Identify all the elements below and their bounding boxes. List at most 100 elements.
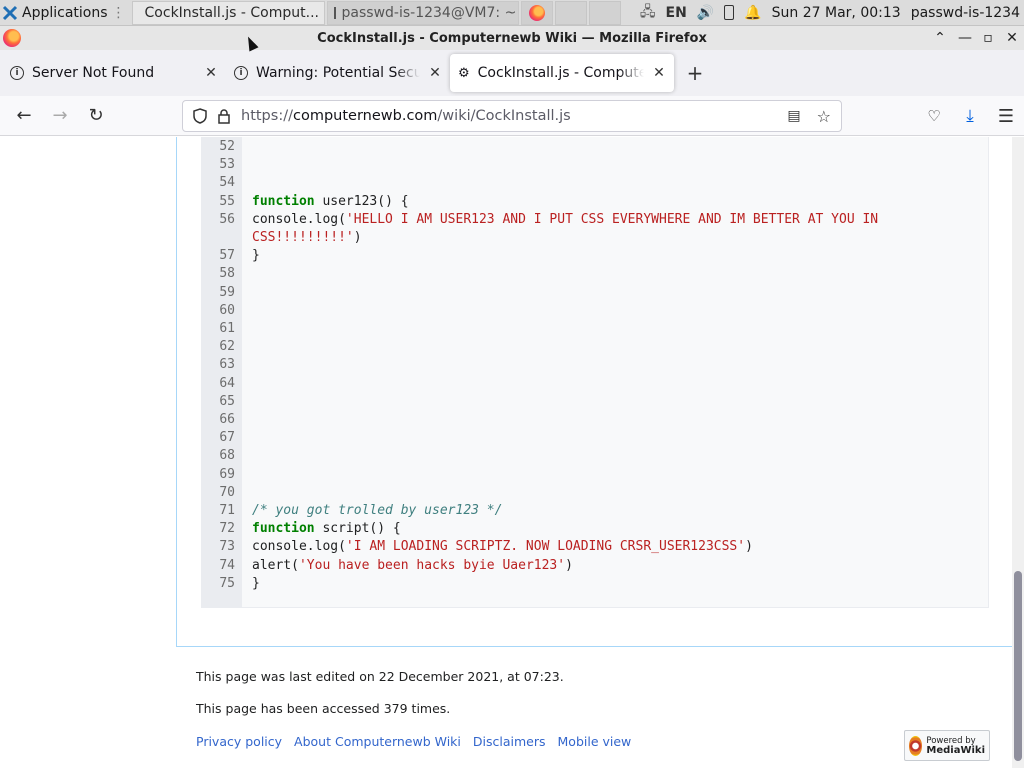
code-line: 55 function user123() { <box>202 193 982 211</box>
browser-tab-strip: i Server Not Found ✕ i Warning: Potentia… <box>0 50 1024 96</box>
powered-by-mediawiki-badge[interactable]: Powered by MediaWiki <box>904 730 990 761</box>
line-number: 66 <box>219 412 235 427</box>
disclaimers-link[interactable]: Disclaimers <box>473 734 546 749</box>
new-tab-button[interactable]: + <box>680 61 710 85</box>
info-icon: i <box>10 66 24 80</box>
line-code: } <box>252 247 260 265</box>
tab-label: CockInstall.js - Computernewb Wiki <box>477 65 644 81</box>
taskbar-task-label: passwd-is-1234@VM7: ~ <box>341 4 517 21</box>
window-titlebar: CockInstall.js - Computernewb Wiki — Moz… <box>0 26 1024 50</box>
pocket-icon[interactable]: ♡ <box>924 100 944 132</box>
code-line: 64 <box>202 375 982 393</box>
code-line: 70 <box>202 484 982 502</box>
info-icon: i <box>234 66 248 80</box>
line-number: 73 <box>219 539 235 555</box>
minimize-button[interactable]: — <box>958 30 972 46</box>
notifications-icon[interactable]: 🔔 <box>744 5 761 21</box>
keyboard-layout[interactable]: EN <box>666 5 687 21</box>
url-host: computernewb.com <box>292 108 438 124</box>
comment-token: /* you got trolled by user123 */ <box>252 503 503 518</box>
tab-close-button[interactable]: ✕ <box>428 65 442 81</box>
code-line: 73 console.log('I AM LOADING SCRIPTZ. NOW… <box>202 538 982 556</box>
code-token: ) <box>565 557 573 573</box>
powered-by-label: Powered by <box>926 735 976 746</box>
line-number: 65 <box>219 393 235 409</box>
scrollbar-thumb[interactable] <box>1014 571 1022 761</box>
line-number: 54 <box>219 175 235 191</box>
hamburger-menu-icon[interactable]: ☰ <box>996 100 1016 132</box>
window-title: CockInstall.js - Computernewb Wiki — Moz… <box>317 30 707 46</box>
taskbar-task-terminal[interactable]: passwd-is-1234@VM7: ~ <box>326 0 519 25</box>
code-line: CSS!!!!!!!!!') <box>202 229 982 247</box>
wiki-content-area: 52 53 54 55 function user123() {56 console.lo… <box>176 137 1012 647</box>
network-icon[interactable]: 🖧 <box>640 1 656 25</box>
code-token: ) <box>353 230 362 245</box>
forward-button[interactable]: → <box>42 100 78 132</box>
code-line: 68 <box>202 447 982 465</box>
line-number: 52 <box>219 139 235 154</box>
tab-security-warning[interactable]: i Warning: Potential Security Risk Ahead… <box>226 54 450 92</box>
code-line: 69 <box>202 466 982 484</box>
applications-menu[interactable]: Applications ⋮ <box>0 0 130 26</box>
shield-icon[interactable] <box>193 108 207 124</box>
code-line: 52 <box>202 138 982 156</box>
line-number: 55 <box>219 193 235 209</box>
tab-close-button[interactable]: ✕ <box>652 65 666 81</box>
privacy-policy-link[interactable]: Privacy policy <box>196 734 282 749</box>
code-line: 62 <box>202 338 982 356</box>
page-content: 52 53 54 55 function user123() {56 console.lo… <box>0 137 1012 768</box>
code-line: 66 <box>202 411 982 429</box>
line-code: alert('You have been hacks byie Uaer123'… <box>252 557 573 575</box>
tab-cockinstall[interactable]: ⚙ CockInstall.js - Computernewb Wiki ✕ <box>450 54 674 92</box>
workspace-3[interactable] <box>588 0 621 25</box>
menu-separator-icon: ⋮ <box>111 4 126 21</box>
maximize-button[interactable]: ▫ <box>982 30 994 46</box>
battery-icon[interactable] <box>724 5 735 20</box>
line-number: 56 <box>219 211 235 227</box>
code-line: 65 <box>202 393 982 411</box>
code-token: } <box>252 248 260 264</box>
about-wiki-link[interactable]: About Computernewb Wiki <box>294 734 461 749</box>
xfce-logo-icon <box>2 5 18 20</box>
mobile-view-link[interactable]: Mobile view <box>558 734 632 749</box>
reader-view-icon[interactable]: ▤ <box>787 108 800 124</box>
lock-icon[interactable] <box>217 108 231 124</box>
line-code: CSS!!!!!!!!!') <box>252 229 362 247</box>
user-menu[interactable]: passwd-is-1234 <box>911 5 1020 21</box>
workspace-2[interactable] <box>554 0 587 25</box>
desktop-taskbar: Applications ⋮ CockInstall.js - Comput..… <box>0 0 1024 26</box>
workspace-1[interactable] <box>520 0 553 25</box>
last-edited-text: This page was last edited on 22 December… <box>196 669 564 684</box>
firefox-icon[interactable] <box>3 29 21 47</box>
line-number: 75 <box>219 575 235 591</box>
url-text[interactable]: https://computernewb.com/wiki/CockInstal… <box>241 108 777 124</box>
code-line: 61 <box>202 320 982 338</box>
line-number: 63 <box>219 357 235 373</box>
code-token: console.log( <box>252 539 346 555</box>
code-line: 57} <box>202 247 982 265</box>
tab-server-not-found[interactable]: i Server Not Found ✕ <box>2 54 226 92</box>
close-window-button[interactable]: ✕ <box>1006 30 1018 46</box>
line-code: function user123() { <box>252 193 409 211</box>
code-line: 60 <box>202 302 982 320</box>
code-line: 54 <box>202 174 982 192</box>
reload-button[interactable]: ↻ <box>78 100 114 132</box>
code-line: 71 /* you got trolled by user123 */ <box>202 502 982 520</box>
bookmark-star-icon[interactable]: ☆ <box>817 107 831 126</box>
tab-close-button[interactable]: ✕ <box>204 65 218 81</box>
chevron-up-icon[interactable]: ⌃ <box>934 30 946 46</box>
taskbar-task-label: CockInstall.js - Comput... <box>144 4 319 21</box>
clock[interactable]: Sun 27 Mar, 00:13 <box>772 5 901 21</box>
volume-icon[interactable]: 🔊 <box>697 5 714 21</box>
line-number: 59 <box>219 284 235 300</box>
url-bar[interactable]: https://computernewb.com/wiki/CockInstal… <box>182 100 842 132</box>
line-code: /* you got trolled by user123 */ <box>252 502 502 520</box>
code-token: user123() { <box>314 193 409 209</box>
page-scrollbar[interactable] <box>1012 137 1024 768</box>
line-number: 61 <box>219 321 235 336</box>
downloads-icon[interactable]: ⤓ <box>960 100 980 132</box>
line-number: 58 <box>219 266 235 282</box>
taskbar-task-firefox[interactable]: CockInstall.js - Comput... <box>131 0 325 25</box>
line-number: 74 <box>219 557 235 573</box>
back-button[interactable]: ← <box>6 100 42 132</box>
